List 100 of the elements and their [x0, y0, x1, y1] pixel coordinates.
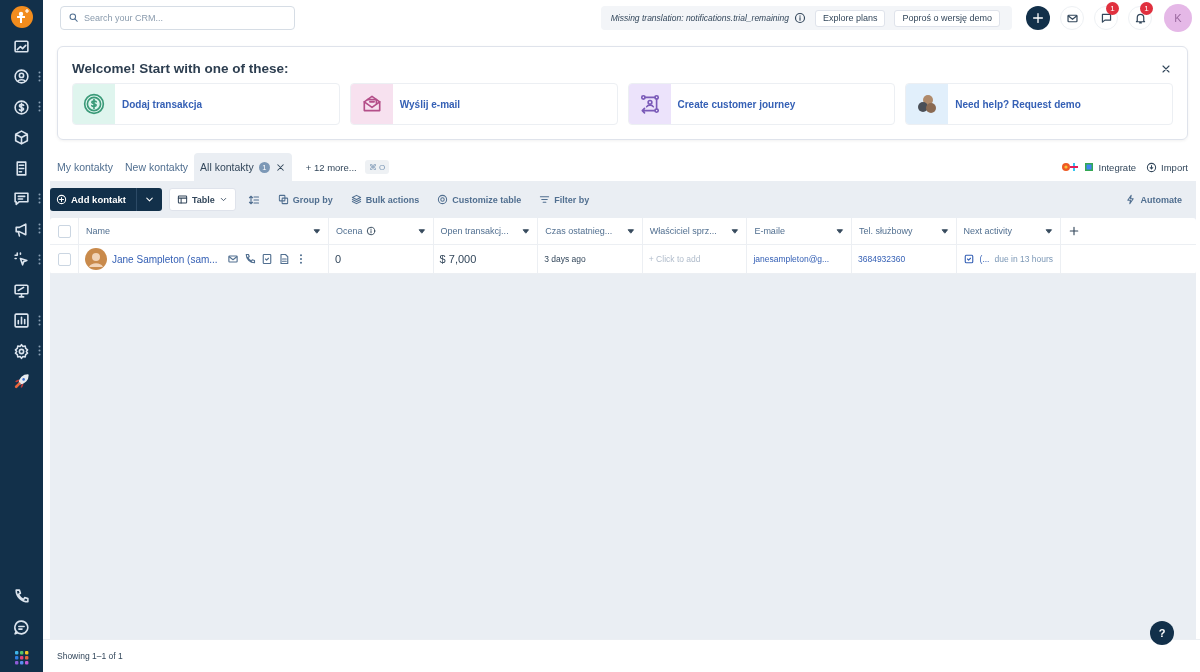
cursor-icon[interactable] — [13, 251, 30, 268]
person-icon[interactable] — [13, 68, 30, 85]
note-icon[interactable] — [277, 253, 290, 265]
settings-icon[interactable] — [13, 342, 30, 360]
help-button[interactable]: ? — [1150, 621, 1174, 645]
task-icon — [962, 253, 975, 265]
toolbar-button[interactable]: Filter by — [533, 188, 596, 211]
plus-circle-icon — [56, 194, 67, 205]
phone-icon[interactable] — [243, 253, 256, 265]
view-tab[interactable]: My kontakty — [51, 153, 120, 181]
column-header[interactable]: Name — [78, 218, 328, 245]
action-card[interactable]: Dodaj transakcja — [72, 83, 340, 125]
more-icon[interactable] — [38, 345, 41, 356]
table-cell-link[interactable]: 3684932360 — [857, 254, 906, 264]
trial-button[interactable]: Explore plans — [814, 9, 886, 27]
contact-avatar — [85, 248, 107, 270]
monitor-icon[interactable] — [13, 281, 30, 299]
add-column-icon[interactable] — [1068, 225, 1081, 237]
automate-button[interactable]: Automate — [1119, 188, 1188, 211]
column-header[interactable]: E-maile — [746, 218, 851, 245]
download-icon — [1146, 161, 1158, 173]
table-icon — [176, 194, 188, 205]
more-icon[interactable] — [38, 192, 41, 204]
shortcut-hint: ⌘ O — [364, 160, 390, 174]
info-icon — [793, 12, 806, 24]
trial-message: Missing translation: notifications.trial_remaining — [610, 13, 789, 23]
contact-name-link[interactable]: Jane Sampleton (sam... — [112, 253, 218, 265]
table-cell-link[interactable]: janesampleton@g... — [753, 254, 830, 264]
pagination-summary: Showing 1–1 of 1 — [57, 651, 123, 661]
bar-chart-icon[interactable] — [13, 312, 30, 329]
toolbar-button[interactable]: Group by — [271, 188, 339, 211]
sort-icon — [247, 193, 260, 206]
lightning-icon — [1125, 194, 1137, 205]
apps-grid-icon[interactable] — [13, 650, 30, 666]
dropdown-icon[interactable] — [416, 226, 427, 236]
integrate-button[interactable]: Integrate — [1060, 153, 1137, 181]
table-cell: 3 days ago — [544, 254, 586, 264]
trial-button[interactable]: Poproś o wersję demo — [894, 9, 1000, 27]
message-icon[interactable] — [13, 618, 30, 636]
add-contact-button[interactable]: Add kontakt — [50, 188, 162, 211]
chart-screen-icon[interactable] — [13, 37, 30, 55]
group-icon — [277, 194, 289, 205]
checkbox[interactable] — [58, 252, 71, 266]
column-header[interactable]: Czas ostatnieg... — [537, 218, 642, 245]
toolbar-button[interactable]: Customize table — [431, 188, 528, 211]
view-selector[interactable]: Table — [168, 188, 236, 211]
task-icon[interactable] — [260, 253, 273, 265]
table-cell: $ 7,000 — [439, 253, 477, 265]
search-icon — [68, 12, 79, 23]
due-time: due in 13 hours — [994, 254, 1054, 264]
dropdown-icon[interactable] — [521, 226, 532, 236]
document-icon[interactable] — [13, 159, 30, 177]
chevron-down-icon — [218, 195, 228, 204]
dropdown-icon[interactable] — [834, 226, 845, 236]
dropdown-icon[interactable] — [1044, 226, 1055, 236]
action-card[interactable]: Need help? Request demo — [905, 83, 1173, 125]
phone-icon[interactable] — [13, 587, 30, 605]
megaphone-icon[interactable] — [13, 220, 30, 238]
column-header[interactable]: Tel. służbowy — [850, 218, 956, 245]
column-header[interactable]: Ocena — [328, 218, 433, 245]
action-card[interactable]: Create customer journey — [627, 83, 896, 125]
rocket-icon[interactable] — [13, 373, 30, 390]
mail-icon[interactable] — [226, 253, 239, 265]
add-button[interactable] — [1026, 6, 1050, 30]
dropdown-icon[interactable] — [939, 226, 950, 236]
info-icon — [365, 226, 376, 236]
close-icon[interactable] — [274, 161, 286, 173]
more-icon[interactable] — [38, 314, 41, 326]
more-icon[interactable] — [38, 70, 41, 82]
dropdown-icon[interactable] — [730, 226, 741, 236]
column-header[interactable]: Next activity — [955, 218, 1061, 245]
action-card[interactable]: Wyślij e-mail — [349, 83, 618, 125]
journey-icon — [638, 93, 661, 115]
column-header[interactable]: Open transakcj... — [432, 218, 538, 245]
chevron-down-icon — [143, 194, 155, 205]
chat-icon — [1099, 11, 1113, 25]
table-cell: 0 — [335, 253, 342, 265]
view-tab[interactable]: New kontakty — [119, 153, 195, 181]
search-field[interactable]: Search your CRM... — [60, 6, 295, 30]
more-views-button[interactable]: + 12 more... — [291, 153, 365, 181]
more-icon[interactable] — [38, 253, 41, 265]
dropdown-icon[interactable] — [625, 226, 636, 236]
box-icon[interactable] — [13, 129, 30, 146]
import-button[interactable]: Import — [1146, 153, 1188, 181]
activity-link[interactable]: (... — [979, 254, 990, 264]
more-icon[interactable] — [38, 223, 41, 234]
dropdown-icon[interactable] — [312, 226, 322, 236]
coin-icon — [83, 93, 105, 115]
bell-icon — [1133, 11, 1147, 25]
dollar-icon[interactable] — [13, 98, 30, 116]
logo-icon[interactable] — [10, 6, 33, 28]
toolbar-button[interactable]: Bulk actions — [344, 188, 426, 211]
chat-icon[interactable] — [13, 190, 30, 207]
integration-logos-icon — [1060, 162, 1095, 172]
notification-count: 1 — [1140, 2, 1153, 15]
welcome-heading: Welcome! Start with one of these: — [72, 61, 289, 76]
column-header[interactable]: Właściciel sprz... — [641, 218, 747, 245]
more-icon[interactable] — [38, 101, 41, 112]
checkbox[interactable] — [58, 224, 71, 238]
plus-icon — [1031, 11, 1045, 25]
